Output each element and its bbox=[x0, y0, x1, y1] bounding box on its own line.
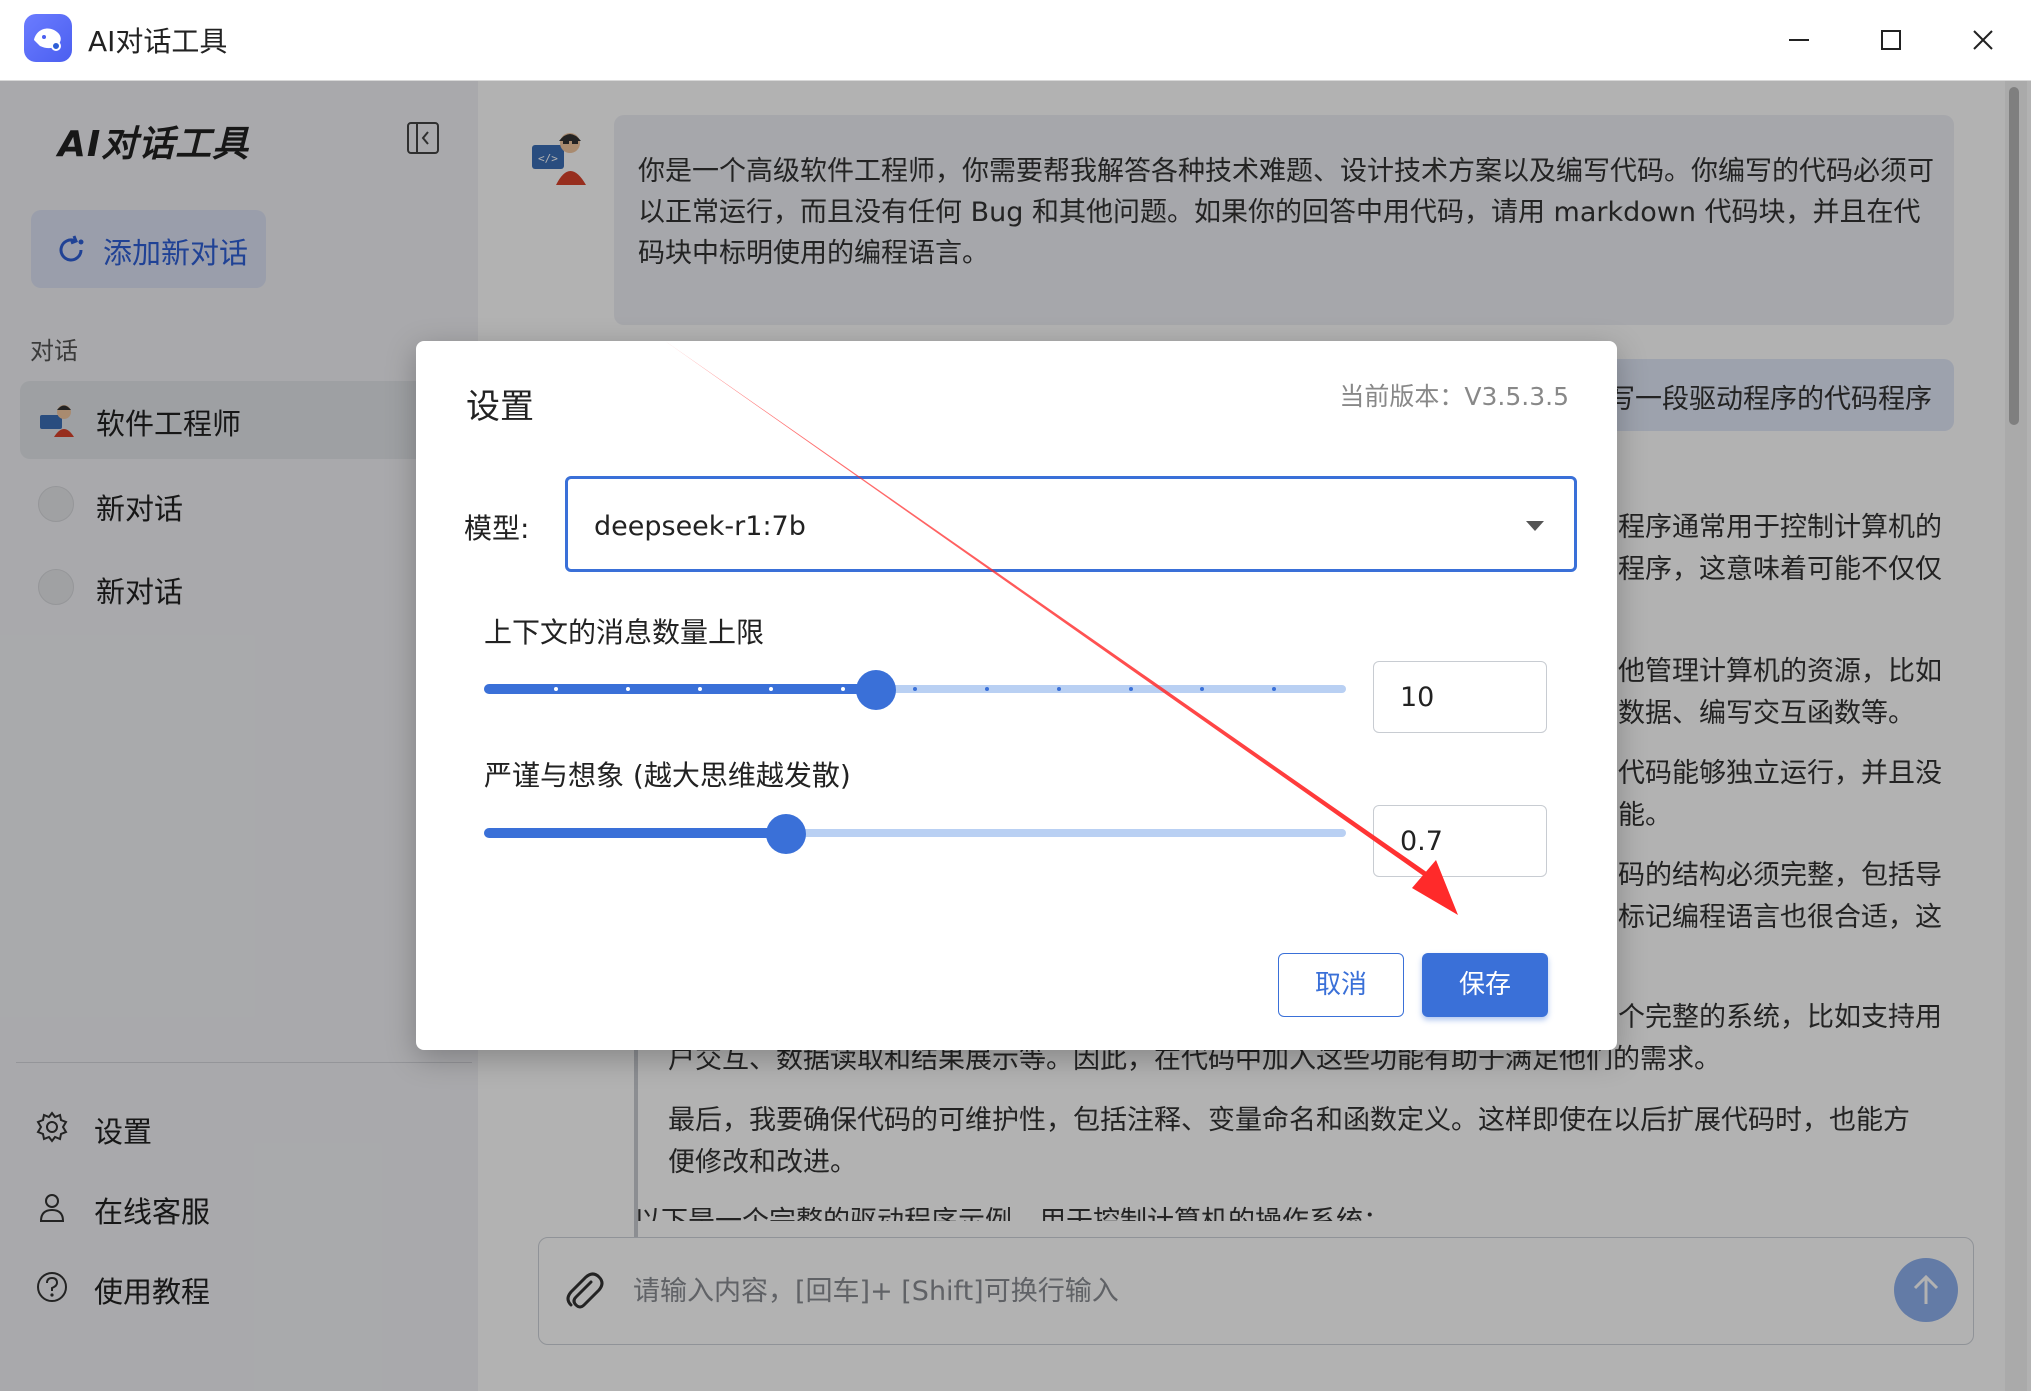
context-limit-label: 上下文的消息数量上限 bbox=[484, 616, 765, 649]
window-title: AI对话工具 bbox=[88, 25, 228, 58]
caret-down-icon bbox=[1526, 521, 1544, 531]
slider-fill bbox=[484, 684, 876, 694]
version-label: 当前版本：V3.5.3.5 bbox=[1339, 382, 1569, 411]
temperature-input[interactable]: 0.7 bbox=[1373, 805, 1547, 877]
slider-thumb[interactable] bbox=[765, 814, 806, 854]
context-limit-input[interactable]: 10 bbox=[1373, 661, 1547, 733]
context-limit-value: 10 bbox=[1400, 682, 1435, 713]
model-label: 模型: bbox=[464, 512, 530, 545]
settings-dialog: 设置 当前版本：V3.5.3.5 模型: deepseek-r1:7b 上下文的… bbox=[416, 341, 1617, 1050]
slider-tick bbox=[1056, 687, 1061, 691]
context-limit-slider[interactable] bbox=[484, 670, 1346, 710]
cancel-button[interactable]: 取消 bbox=[1278, 953, 1404, 1017]
model-select[interactable]: deepseek-r1:7b bbox=[565, 476, 1577, 572]
slider-tick bbox=[1128, 687, 1133, 691]
slider-tick bbox=[553, 687, 558, 691]
temperature-slider[interactable] bbox=[484, 814, 1346, 854]
model-select-value: deepseek-r1:7b bbox=[594, 511, 806, 542]
slider-fill bbox=[484, 828, 786, 838]
minimize-button[interactable] bbox=[1764, 10, 1834, 70]
app-logo-icon bbox=[24, 14, 72, 62]
slider-thumb[interactable] bbox=[855, 670, 896, 710]
dialog-title: 设置 bbox=[466, 387, 534, 427]
temperature-value: 0.7 bbox=[1400, 826, 1443, 857]
save-button[interactable]: 保存 bbox=[1422, 953, 1548, 1017]
temperature-label: 严谨与想象 (越大思维越发散) bbox=[484, 759, 851, 792]
maximize-button[interactable] bbox=[1856, 10, 1926, 70]
title-bar: AI对话工具 bbox=[0, 0, 2031, 81]
close-button[interactable] bbox=[1948, 10, 2018, 70]
slider-tick bbox=[625, 687, 630, 691]
slider-tick bbox=[913, 687, 917, 691]
slider-tick bbox=[984, 687, 989, 691]
slider-tick bbox=[697, 687, 702, 691]
